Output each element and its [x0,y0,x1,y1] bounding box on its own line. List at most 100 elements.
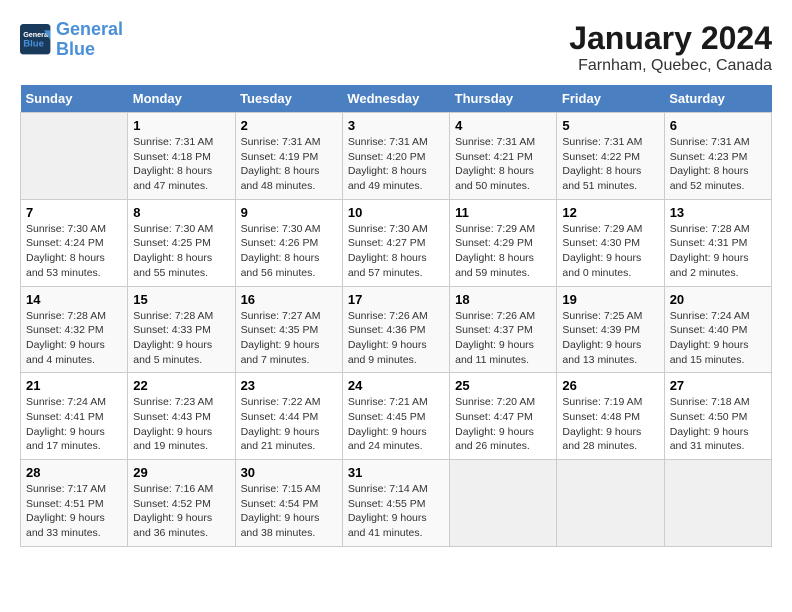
day-number: 28 [26,465,122,480]
calendar-cell: 13 Sunrise: 7:28 AMSunset: 4:31 PMDayligh… [664,199,771,286]
day-info: Sunrise: 7:17 AMSunset: 4:51 PMDaylight:… [26,482,122,541]
day-info: Sunrise: 7:30 AMSunset: 4:24 PMDaylight:… [26,222,122,281]
day-number: 20 [670,292,766,307]
day-number: 3 [348,118,444,133]
weekday-header: Thursday [450,85,557,113]
day-number: 1 [133,118,229,133]
day-info: Sunrise: 7:14 AMSunset: 4:55 PMDaylight:… [348,482,444,541]
day-number: 17 [348,292,444,307]
calendar-cell: 25Sunrise: 7:20 AMSunset: 4:47 PMDayligh… [450,373,557,460]
weekday-header: Monday [128,85,235,113]
weekday-header: Tuesday [235,85,342,113]
calendar-cell: 16 Sunrise: 7:27 AMSunset: 4:35 PMDayligh… [235,286,342,373]
calendar-cell: 24 Sunrise: 7:21 AMSunset: 4:45 PMDayligh… [342,373,449,460]
svg-text:Blue: Blue [23,38,44,49]
title-block: January 2024 Farnham, Quebec, Canada [569,20,772,75]
day-number: 13 [670,205,766,220]
calendar-week-row: 28 Sunrise: 7:17 AMSunset: 4:51 PMDayligh… [21,460,772,547]
day-info: Sunrise: 7:31 AMSunset: 4:19 PMDaylight:… [241,135,337,194]
calendar-cell: 3 Sunrise: 7:31 AMSunset: 4:20 PMDaylight… [342,113,449,200]
calendar-cell [450,460,557,547]
day-number: 29 [133,465,229,480]
calendar-cell: 7 Sunrise: 7:30 AMSunset: 4:24 PMDaylight… [21,199,128,286]
calendar-cell: 31 Sunrise: 7:14 AMSunset: 4:55 PMDayligh… [342,460,449,547]
calendar-cell: 29 Sunrise: 7:16 AMSunset: 4:52 PMDayligh… [128,460,235,547]
day-info: Sunrise: 7:28 AMSunset: 4:31 PMDaylight:… [670,222,766,281]
page-title: January 2024 [569,20,772,57]
calendar-cell: 22 Sunrise: 7:23 AMSunset: 4:43 PMDayligh… [128,373,235,460]
day-number: 6 [670,118,766,133]
day-info: Sunrise: 7:24 AMSunset: 4:41 PMDaylight:… [26,395,122,454]
day-number: 31 [348,465,444,480]
day-info: Sunrise: 7:23 AMSunset: 4:43 PMDaylight:… [133,395,229,454]
day-number: 21 [26,378,122,393]
day-number: 9 [241,205,337,220]
calendar-cell [557,460,664,547]
calendar-cell: 12 Sunrise: 7:29 AMSunset: 4:30 PMDayligh… [557,199,664,286]
calendar-week-row: 7 Sunrise: 7:30 AMSunset: 4:24 PMDaylight… [21,199,772,286]
calendar-cell: 18 Sunrise: 7:26 AMSunset: 4:37 PMDayligh… [450,286,557,373]
calendar-week-row: 14Sunrise: 7:28 AMSunset: 4:32 PMDayligh… [21,286,772,373]
logo: General Blue General Blue [20,20,123,60]
calendar-cell: 10 Sunrise: 7:30 AMSunset: 4:27 PMDayligh… [342,199,449,286]
day-info: Sunrise: 7:29 AMSunset: 4:29 PMDaylight:… [455,222,551,281]
calendar-table: SundayMondayTuesdayWednesdayThursdayFrid… [20,85,772,547]
day-number: 10 [348,205,444,220]
calendar-week-row: 21 Sunrise: 7:24 AMSunset: 4:41 PMDayligh… [21,373,772,460]
calendar-cell: 17 Sunrise: 7:26 AMSunset: 4:36 PMDayligh… [342,286,449,373]
day-number: 22 [133,378,229,393]
calendar-body: 1 Sunrise: 7:31 AMSunset: 4:18 PMDaylight… [21,113,772,547]
calendar-cell: 9 Sunrise: 7:30 AMSunset: 4:26 PMDaylight… [235,199,342,286]
day-info: Sunrise: 7:25 AMSunset: 4:39 PMDaylight:… [562,309,658,368]
calendar-cell: 6Sunrise: 7:31 AMSunset: 4:23 PMDaylight… [664,113,771,200]
logo-icon: General Blue [20,24,52,56]
day-number: 30 [241,465,337,480]
calendar-cell [21,113,128,200]
day-info: Sunrise: 7:29 AMSunset: 4:30 PMDaylight:… [562,222,658,281]
calendar-cell: 26 Sunrise: 7:19 AMSunset: 4:48 PMDayligh… [557,373,664,460]
day-info: Sunrise: 7:30 AMSunset: 4:26 PMDaylight:… [241,222,337,281]
day-info: Sunrise: 7:30 AMSunset: 4:25 PMDaylight:… [133,222,229,281]
calendar-cell: 21 Sunrise: 7:24 AMSunset: 4:41 PMDayligh… [21,373,128,460]
day-info: Sunrise: 7:21 AMSunset: 4:45 PMDaylight:… [348,395,444,454]
calendar-cell: 19 Sunrise: 7:25 AMSunset: 4:39 PMDayligh… [557,286,664,373]
day-number: 5 [562,118,658,133]
day-number: 16 [241,292,337,307]
weekday-header: Friday [557,85,664,113]
calendar-cell [664,460,771,547]
day-number: 14 [26,292,122,307]
calendar-cell: 27Sunrise: 7:18 AMSunset: 4:50 PMDayligh… [664,373,771,460]
calendar-week-row: 1 Sunrise: 7:31 AMSunset: 4:18 PMDaylight… [21,113,772,200]
day-info: Sunrise: 7:19 AMSunset: 4:48 PMDaylight:… [562,395,658,454]
day-number: 8 [133,205,229,220]
page-subtitle: Farnham, Quebec, Canada [569,57,772,75]
day-number: 23 [241,378,337,393]
calendar-cell: 4Sunrise: 7:31 AMSunset: 4:21 PMDaylight… [450,113,557,200]
day-info: Sunrise: 7:31 AMSunset: 4:18 PMDaylight:… [133,135,229,194]
day-info: Sunrise: 7:16 AMSunset: 4:52 PMDaylight:… [133,482,229,541]
day-number: 7 [26,205,122,220]
day-number: 26 [562,378,658,393]
day-number: 12 [562,205,658,220]
day-info: Sunrise: 7:26 AMSunset: 4:36 PMDaylight:… [348,309,444,368]
calendar-cell: 2 Sunrise: 7:31 AMSunset: 4:19 PMDaylight… [235,113,342,200]
calendar-cell: 15Sunrise: 7:28 AMSunset: 4:33 PMDayligh… [128,286,235,373]
day-number: 19 [562,292,658,307]
weekday-header: Wednesday [342,85,449,113]
day-info: Sunrise: 7:27 AMSunset: 4:35 PMDaylight:… [241,309,337,368]
day-number: 24 [348,378,444,393]
calendar-cell: 28 Sunrise: 7:17 AMSunset: 4:51 PMDayligh… [21,460,128,547]
weekday-header: Sunday [21,85,128,113]
day-info: Sunrise: 7:26 AMSunset: 4:37 PMDaylight:… [455,309,551,368]
calendar-cell: 11Sunrise: 7:29 AMSunset: 4:29 PMDayligh… [450,199,557,286]
page-header: General Blue General Blue January 2024 F… [20,20,772,75]
calendar-cell: 20 Sunrise: 7:24 AMSunset: 4:40 PMDayligh… [664,286,771,373]
day-number: 2 [241,118,337,133]
day-info: Sunrise: 7:24 AMSunset: 4:40 PMDaylight:… [670,309,766,368]
day-info: Sunrise: 7:18 AMSunset: 4:50 PMDaylight:… [670,395,766,454]
calendar-cell: 8 Sunrise: 7:30 AMSunset: 4:25 PMDaylight… [128,199,235,286]
day-info: Sunrise: 7:31 AMSunset: 4:20 PMDaylight:… [348,135,444,194]
calendar-cell: 14Sunrise: 7:28 AMSunset: 4:32 PMDayligh… [21,286,128,373]
day-number: 18 [455,292,551,307]
day-info: Sunrise: 7:30 AMSunset: 4:27 PMDaylight:… [348,222,444,281]
